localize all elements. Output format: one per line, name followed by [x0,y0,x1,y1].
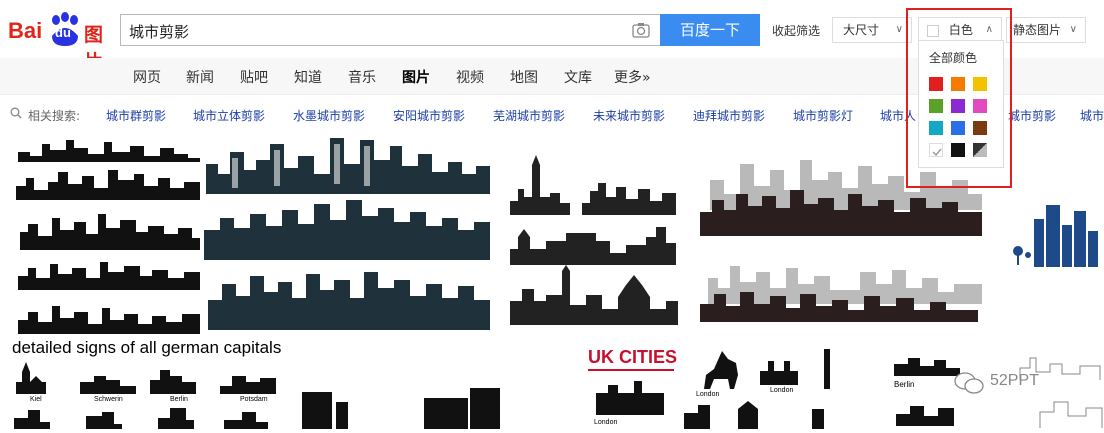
nav-item-web[interactable]: 网页 [133,67,161,87]
chevron-down-icon: ∨ [895,24,903,35]
city-label: Kiel [30,396,42,403]
city-label: London [696,391,720,398]
watermark: 52PPT [954,370,1074,396]
size-filter-label: 大尺寸 [843,23,880,37]
search-box[interactable]: 城市剪影 [120,14,660,46]
chevron-down-icon: ∨ [1069,24,1077,35]
city-label: Schwerin [94,396,123,403]
wechat-icon [954,372,984,398]
related-item[interactable]: 水墨城市剪影 [293,107,365,124]
type-filter-label: 静态图片 [1013,23,1062,37]
related-item[interactable]: 芜湖城市剪影 [493,107,565,124]
city-label: London [594,419,618,426]
city-label: Berlin [894,380,915,389]
result-image-teal-skylines[interactable] [204,134,492,334]
baidu-image-logo[interactable]: Bai du 图片 [8,12,118,73]
search-input[interactable]: 城市剪影 [129,21,189,42]
result-image-black-skylines[interactable] [8,134,200,334]
related-item[interactable]: 安阳城市剪影 [393,107,465,124]
city-label: London [770,387,794,394]
logo-bai: Bai [8,18,43,43]
result-image-uk-cities[interactable]: UK CITIES London London London [588,345,834,429]
nav-item-images[interactable]: 图片 [402,67,430,87]
nav-item-music[interactable]: 音乐 [348,67,376,87]
related-item[interactable]: 城市群剪影 [106,107,166,124]
result-image-towers[interactable] [298,380,508,429]
related-label: 相关搜索: [28,109,81,123]
related-item[interactable]: 迪拜城市剪影 [693,107,765,124]
result-image-blue-skyline[interactable] [1008,195,1104,269]
nav-item-wenku[interactable]: 文库 [564,67,592,87]
city-label: Potsdam [240,396,268,403]
search-icon [10,107,22,122]
nav-item-video[interactable]: 视频 [456,67,484,87]
nav-item-tieba[interactable]: 贴吧 [240,67,268,87]
related-item[interactable]: 未来城市剪影 [593,107,665,124]
type-filter-dropdown[interactable]: 静态图片 ∨ [1006,17,1086,43]
result-image-grey-skyline-small[interactable] [700,248,982,334]
related-item[interactable]: 城市剪影灯 [793,107,853,124]
highlight-box [906,8,1012,188]
related-item[interactable]: 城市 [1080,107,1104,124]
related-item[interactable]: 城市剪影 [1008,107,1056,124]
camera-icon[interactable] [632,22,650,38]
logo-du: du [55,25,71,40]
result-image-german-capitals[interactable]: Kiel Schwerin Berlin Potsdam [10,358,290,429]
nav-item-map[interactable]: 地图 [510,67,538,87]
size-filter-dropdown[interactable]: 大尺寸 ∨ [832,17,912,43]
watermark-text: 52PPT [990,372,1039,389]
collapse-filters-link[interactable]: 收起筛选 [772,22,820,39]
city-label: Berlin [170,396,188,403]
nav-item-zhidao[interactable]: 知道 [294,67,322,87]
search-button[interactable]: 百度一下 [660,14,760,46]
nav-item-more[interactable]: 更多» [614,67,651,87]
nav-item-news[interactable]: 新闻 [186,67,214,87]
related-item[interactable]: 城市立体剪影 [193,107,265,124]
german-caption: detailed signs of all german capitals [12,338,282,357]
result-image-landmark-skylines[interactable] [506,145,690,333]
